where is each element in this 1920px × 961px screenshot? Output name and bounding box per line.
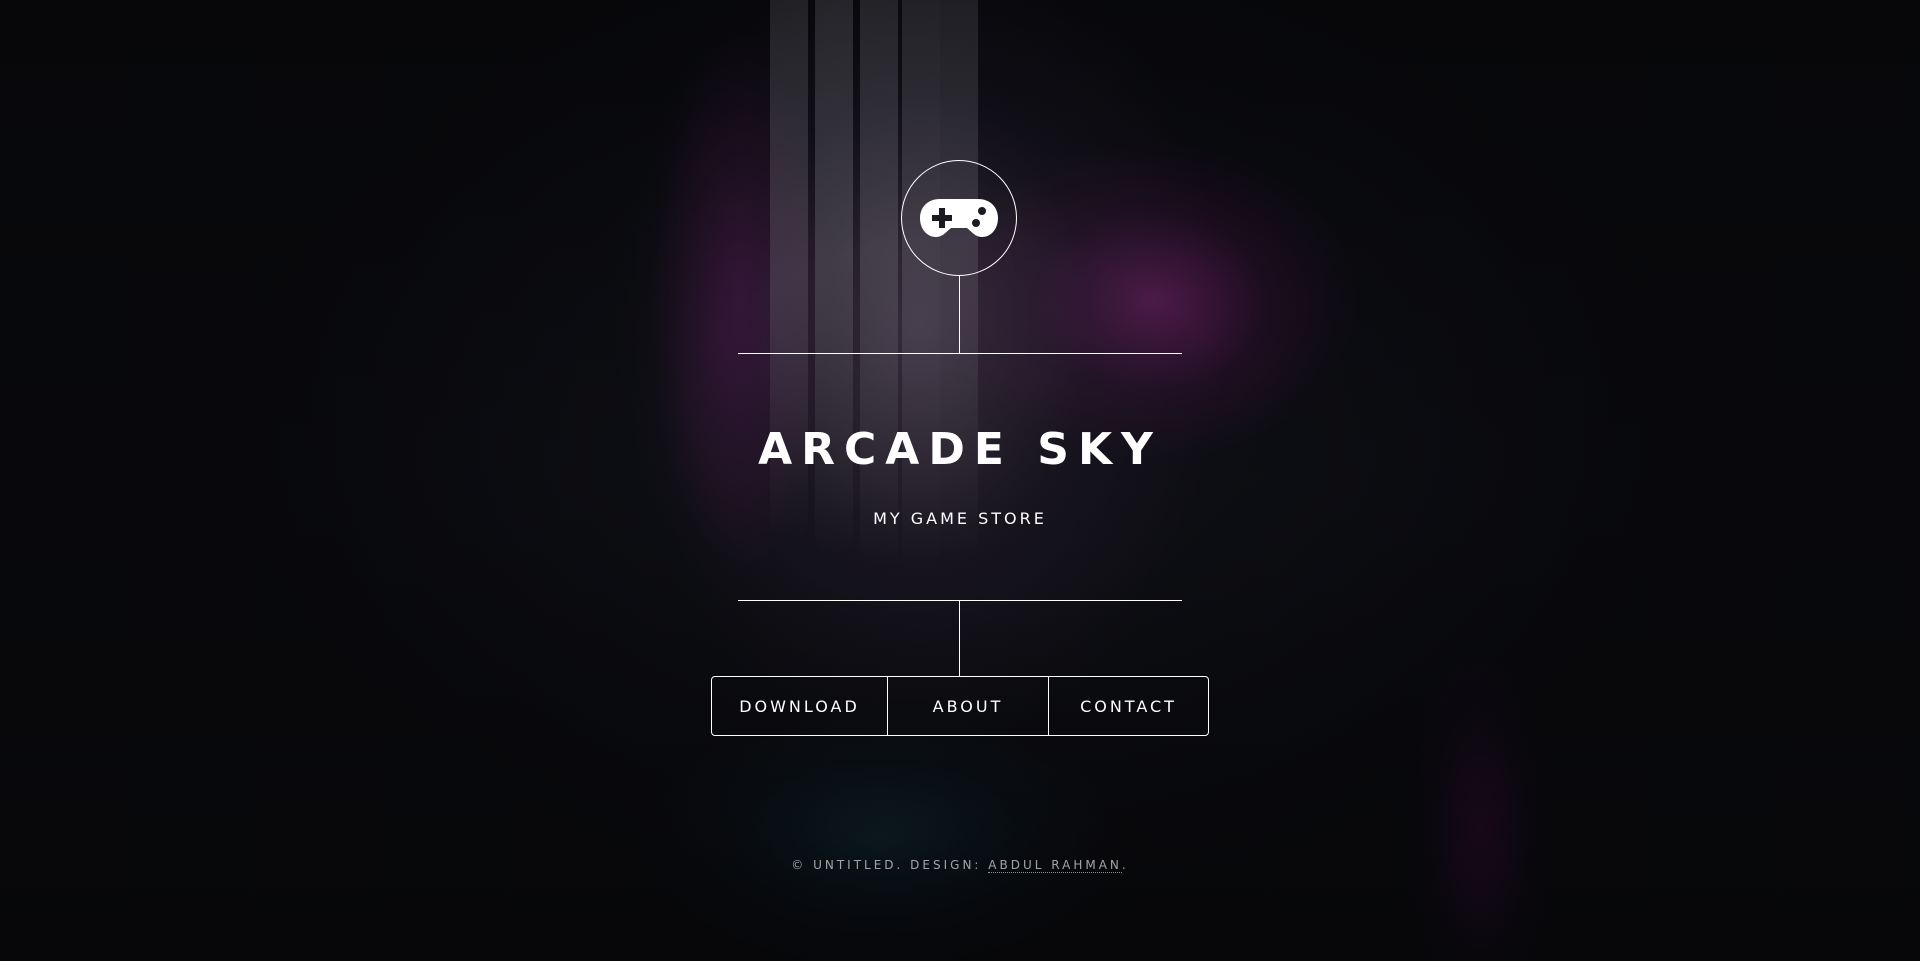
footer-copyright: © UNTITLED. DESIGN:	[791, 858, 989, 872]
nav-about-button[interactable]: ABOUT	[887, 677, 1048, 735]
logo-connector-line	[959, 276, 960, 353]
logo	[901, 160, 1017, 276]
nav-contact-button[interactable]: CONTACT	[1048, 677, 1208, 735]
footer-suffix: .	[1121, 858, 1129, 872]
nav-download-button[interactable]: DOWNLOAD	[712, 677, 887, 735]
footer: © UNTITLED. DESIGN: ABDUL RAHMAN.	[560, 856, 1360, 874]
nav-connector-line	[959, 600, 960, 676]
top-divider	[738, 353, 1182, 354]
site-subtitle: MY GAME STORE	[873, 509, 1047, 528]
main-nav: DOWNLOAD ABOUT CONTACT	[711, 676, 1209, 736]
site-title: ARCADE SKY	[758, 424, 1162, 475]
author-link[interactable]: ABDUL RAHMAN	[988, 858, 1122, 873]
gamepad-icon	[920, 199, 998, 237]
bottom-divider	[738, 600, 1182, 601]
